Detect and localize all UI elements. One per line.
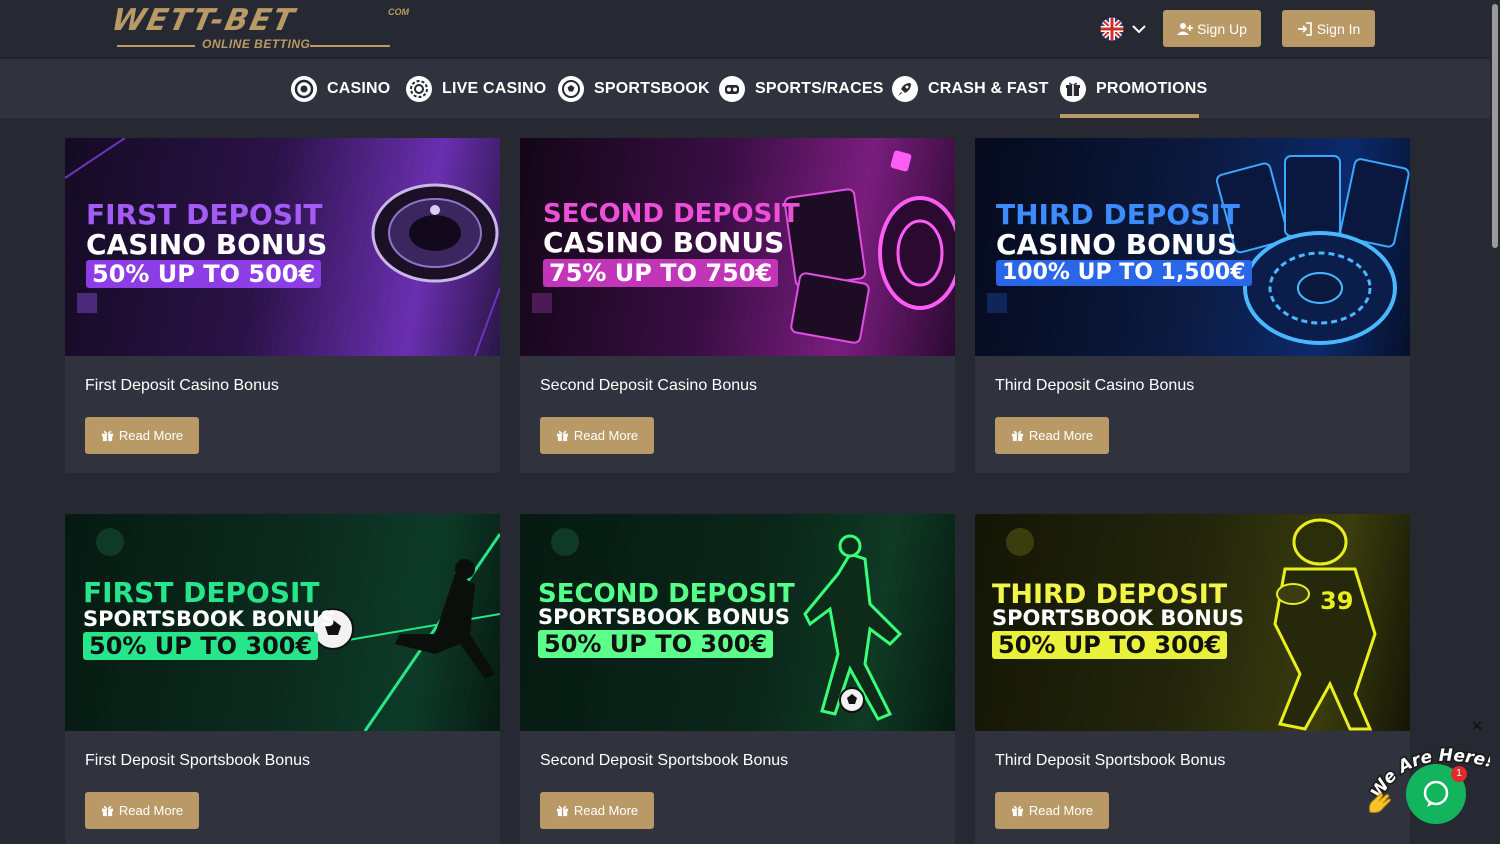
promo-card: FIRST DEPOSIT SPORTSBOOK BONUS 50% UP TO… xyxy=(65,514,500,844)
gift-icon xyxy=(1011,805,1023,817)
gift-icon xyxy=(101,805,113,817)
banner-heading: THIRD DEPOSIT xyxy=(996,198,1240,231)
banner-subheading: SPORTSBOOK BONUS xyxy=(538,605,790,629)
promo-title[interactable]: Second Deposit Casino Bonus xyxy=(540,377,757,395)
read-more-label: Read More xyxy=(118,803,184,818)
banner-subheading: SPORTSBOOK BONUS xyxy=(83,607,335,631)
nav-item-sportsbook[interactable]: SPORTSBOOK xyxy=(558,59,710,118)
rocket-icon xyxy=(892,75,918,102)
read-more-label: Read More xyxy=(118,428,184,443)
live-chat-widget: ✕ We Are Here! 1 xyxy=(1360,719,1500,844)
svg-text:39: 39 xyxy=(1320,587,1353,615)
close-icon[interactable]: ✕ xyxy=(1470,719,1484,734)
nav-label: SPORTSBOOK xyxy=(594,79,710,97)
chevron-down-icon xyxy=(1132,25,1146,34)
nav-item-crash-fast[interactable]: CRASH & FAST xyxy=(892,59,1049,118)
read-more-label: Read More xyxy=(573,428,639,443)
nav-label: CRASH & FAST xyxy=(928,79,1049,97)
logo-com: COM xyxy=(388,7,409,17)
banner-heading: SECOND DEPOSIT xyxy=(538,579,795,609)
chat-icon xyxy=(1423,780,1449,807)
nav-label: CASINO xyxy=(327,79,391,97)
gift-icon xyxy=(1060,75,1086,102)
banner-offer: 100% UP TO 1,500€ xyxy=(996,260,1252,286)
banner-offer: 50% UP TO 300€ xyxy=(538,630,774,658)
banner-offer: 50% UP TO 500€ xyxy=(86,260,322,288)
gift-icon xyxy=(101,430,113,442)
banner-heading: FIRST DEPOSIT xyxy=(86,198,323,231)
promo-card: SECOND DEPOSIT CASINO BONUS 75% UP TO 75… xyxy=(520,138,955,473)
nav-label: LIVE CASINO xyxy=(442,79,547,97)
promo-banner[interactable]: FIRST DEPOSIT SPORTSBOOK BONUS 50% UP TO… xyxy=(65,514,500,731)
read-more-button[interactable]: Read More xyxy=(85,417,199,454)
promo-banner[interactable]: FIRST DEPOSIT CASINO BONUS 50% UP TO 500… xyxy=(65,138,500,356)
sign-in-button[interactable]: Sign In xyxy=(1282,10,1375,47)
language-selector[interactable] xyxy=(1099,17,1151,41)
promo-title[interactable]: First Deposit Casino Bonus xyxy=(85,377,279,395)
banner-subheading: CASINO BONUS xyxy=(996,228,1238,261)
promo-card: 39 THIRD DEPOSIT SPORTSBOOK BONUS 50% UP… xyxy=(975,514,1410,844)
read-more-button[interactable]: Read More xyxy=(995,792,1109,829)
banner-heading: SECOND DEPOSIT xyxy=(543,199,800,229)
top-header: WETT-BET COM ONLINE BETTING Sign Up Sign… xyxy=(0,0,1500,58)
waving-hand-icon xyxy=(1369,793,1391,813)
gift-icon xyxy=(556,430,568,442)
main-nav: CASINO LIVE CASINO SPORTSBOOK SPORTS/RAC… xyxy=(0,59,1500,118)
gift-icon xyxy=(556,805,568,817)
site-logo[interactable]: WETT-BET COM ONLINE BETTING xyxy=(108,3,422,52)
logo-wordmark: WETT-BET xyxy=(108,3,299,38)
logo-tagline: ONLINE BETTING xyxy=(202,37,311,51)
nav-item-casino[interactable]: CASINO xyxy=(291,59,390,118)
sign-in-label: Sign In xyxy=(1316,20,1361,37)
active-tab-indicator xyxy=(1060,114,1199,118)
banner-offer: 50% UP TO 300€ xyxy=(83,632,319,660)
read-more-label: Read More xyxy=(1028,803,1094,818)
logo-divider xyxy=(310,45,390,47)
scrollbar[interactable] xyxy=(1490,0,1500,844)
promo-title[interactable]: Second Deposit Sportsbook Bonus xyxy=(540,752,788,770)
nav-item-live-casino[interactable]: LIVE CASINO xyxy=(406,59,546,118)
promo-banner[interactable]: 39 THIRD DEPOSIT SPORTSBOOK BONUS 50% UP… xyxy=(975,514,1410,731)
nav-item-promotions[interactable]: PROMOTIONS xyxy=(1060,59,1207,118)
banner-offer: 50% UP TO 300€ xyxy=(992,631,1228,659)
read-more-button[interactable]: Read More xyxy=(995,417,1109,454)
nav-label: SPORTS/RACES xyxy=(755,79,884,97)
promo-title[interactable]: Third Deposit Sportsbook Bonus xyxy=(995,752,1225,770)
read-more-button[interactable]: Read More xyxy=(540,792,654,829)
unread-badge: 1 xyxy=(1451,766,1467,782)
uk-flag-icon xyxy=(1100,17,1124,41)
nav-label: PROMOTIONS xyxy=(1096,79,1208,97)
roulette-chip-icon xyxy=(291,75,317,102)
read-more-button[interactable]: Read More xyxy=(540,417,654,454)
promo-title[interactable]: Third Deposit Casino Bonus xyxy=(995,377,1194,395)
promo-title[interactable]: First Deposit Sportsbook Bonus xyxy=(85,752,310,770)
banner-offer: 75% UP TO 750€ xyxy=(543,259,779,287)
logo-divider xyxy=(117,45,195,47)
promo-banner[interactable]: SECOND DEPOSIT CASINO BONUS 75% UP TO 75… xyxy=(520,138,955,356)
football-icon xyxy=(558,75,584,102)
read-more-button[interactable]: Read More xyxy=(85,792,199,829)
sign-up-button[interactable]: Sign Up xyxy=(1163,10,1261,47)
vr-headset-icon xyxy=(719,75,745,102)
read-more-label: Read More xyxy=(573,803,639,818)
nav-item-sports-races[interactable]: SPORTS/RACES xyxy=(719,59,884,118)
gift-icon xyxy=(1011,430,1023,442)
banner-subheading: CASINO BONUS xyxy=(86,228,328,261)
promo-card: SECOND DEPOSIT SPORTSBOOK BONUS 50% UP T… xyxy=(520,514,955,844)
promo-card: FIRST DEPOSIT CASINO BONUS 50% UP TO 500… xyxy=(65,138,500,473)
add-user-icon xyxy=(1177,22,1194,35)
banner-heading: THIRD DEPOSIT xyxy=(992,579,1228,610)
banner-heading: FIRST DEPOSIT xyxy=(83,576,320,609)
sign-in-icon xyxy=(1297,21,1312,36)
banner-subheading: SPORTSBOOK BONUS xyxy=(992,606,1244,630)
promo-card: THIRD DEPOSIT CASINO BONUS 100% UP TO 1,… xyxy=(975,138,1410,473)
scrollbar-thumb[interactable] xyxy=(1492,4,1498,248)
sign-up-label: Sign Up xyxy=(1197,20,1247,37)
read-more-label: Read More xyxy=(1028,428,1094,443)
promo-banner[interactable]: SECOND DEPOSIT SPORTSBOOK BONUS 50% UP T… xyxy=(520,514,955,731)
live-chip-icon xyxy=(406,75,432,102)
promo-banner[interactable]: THIRD DEPOSIT CASINO BONUS 100% UP TO 1,… xyxy=(975,138,1410,356)
banner-subheading: CASINO BONUS xyxy=(543,226,785,259)
